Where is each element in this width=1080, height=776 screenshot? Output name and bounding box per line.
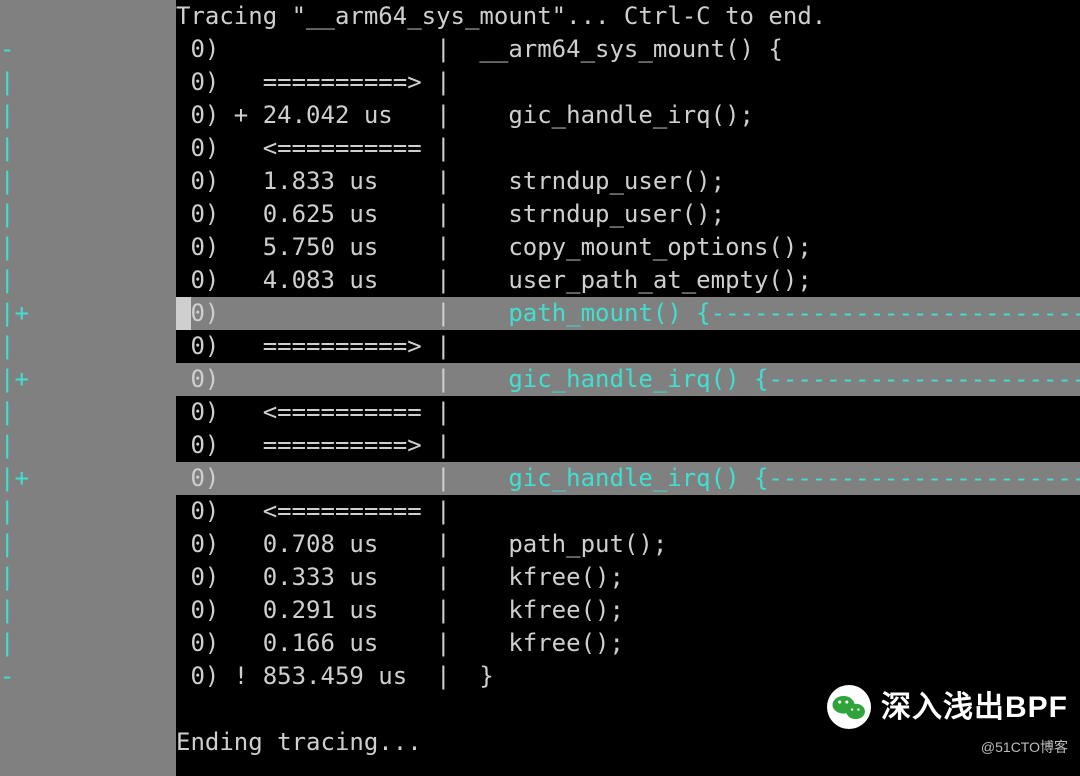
- trace-line: | 0) <========== |: [0, 495, 1080, 528]
- gutter-mark: |: [0, 429, 176, 462]
- watermark-title: 深入浅出BPF: [881, 691, 1068, 724]
- gutter-mark: |: [0, 231, 176, 264]
- gutter-mark: |: [0, 198, 176, 231]
- trace-line: | 0) 4.083 us | user_path_at_empty();: [0, 264, 1080, 297]
- gutter-mark: |: [0, 561, 176, 594]
- line-body: 0) ==========> |: [176, 330, 1080, 363]
- trace-line: |+ 0) | path_mount() {------------------…: [0, 297, 1080, 330]
- gutter-mark: [0, 0, 176, 33]
- line-body: 0) 0.708 us | path_put();: [176, 528, 1080, 561]
- gutter-mark: |: [0, 66, 176, 99]
- trace-line: | 0) ==========> |: [0, 66, 1080, 99]
- line-body: 0) | gic_handle_irq() {-----------------…: [176, 363, 1080, 396]
- trace-line: | 0) 1.833 us | strndup_user();: [0, 165, 1080, 198]
- gutter-mark: |+: [0, 462, 176, 495]
- trace-line: |+ 0) | gic_handle_irq() {--------------…: [0, 363, 1080, 396]
- line-body: 0) 0.333 us | kfree();: [176, 561, 1080, 594]
- gutter-mark: -: [0, 660, 176, 693]
- gutter-mark: |: [0, 330, 176, 363]
- line-body: 0) 0.291 us | kfree();: [176, 594, 1080, 627]
- trace-line: | 0) <========== |: [0, 396, 1080, 429]
- gutter-mark: [0, 726, 176, 759]
- line-body: 0) ==========> |: [176, 66, 1080, 99]
- trace-line: | 0) 0.708 us | path_put();: [0, 528, 1080, 561]
- line-body: 0) 4.083 us | user_path_at_empty();: [176, 264, 1080, 297]
- gutter-mark: |: [0, 264, 176, 297]
- watermark-subtitle: @51CTO博客: [981, 731, 1068, 764]
- wechat-icon: [827, 685, 871, 729]
- line-body: Tracing "__arm64_sys_mount"... Ctrl-C to…: [176, 0, 1080, 33]
- gutter-mark: |: [0, 594, 176, 627]
- gutter-mark: |: [0, 165, 176, 198]
- line-body: 0) + 24.042 us | gic_handle_irq();: [176, 99, 1080, 132]
- trace-output: Tracing "__arm64_sys_mount"... Ctrl-C to…: [0, 0, 1080, 759]
- trace-line: |+ 0) | gic_handle_irq() {--------------…: [0, 462, 1080, 495]
- folded-function: gic_handle_irq() {----------------------…: [508, 365, 1080, 393]
- gutter-mark: |: [0, 528, 176, 561]
- trace-line: | 0) <========== |: [0, 132, 1080, 165]
- watermark: 深入浅出BPF @51CTO博客: [827, 685, 1068, 764]
- trace-line: | 0) ==========> |: [0, 429, 1080, 462]
- trace-line: | 0) + 24.042 us | gic_handle_irq();: [0, 99, 1080, 132]
- line-body: 0) <========== |: [176, 132, 1080, 165]
- line-body: 0) 0.625 us | strndup_user();: [176, 198, 1080, 231]
- line-body: 0) <========== |: [176, 495, 1080, 528]
- line-body: 0) | __arm64_sys_mount() {: [176, 33, 1080, 66]
- folded-function: path_mount() {--------------------------…: [508, 299, 1080, 327]
- gutter-mark: |: [0, 132, 176, 165]
- gutter-mark: |: [0, 495, 176, 528]
- trace-line: - 0) | __arm64_sys_mount() {: [0, 33, 1080, 66]
- trace-line: | 0) 0.625 us | strndup_user();: [0, 198, 1080, 231]
- trace-line: Tracing "__arm64_sys_mount"... Ctrl-C to…: [0, 0, 1080, 33]
- trace-line: | 0) ==========> |: [0, 330, 1080, 363]
- gutter-mark: |: [0, 99, 176, 132]
- trace-line: | 0) 5.750 us | copy_mount_options();: [0, 231, 1080, 264]
- gutter-mark: |+: [0, 363, 176, 396]
- trace-line: | 0) 0.166 us | kfree();: [0, 627, 1080, 660]
- trace-line: | 0) 0.333 us | kfree();: [0, 561, 1080, 594]
- gutter-mark: |+: [0, 297, 176, 330]
- gutter-mark: [0, 693, 176, 726]
- line-body: 0) 0.166 us | kfree();: [176, 627, 1080, 660]
- line-body: 0) | gic_handle_irq() {-----------------…: [176, 462, 1080, 495]
- trace-line: | 0) 0.291 us | kfree();: [0, 594, 1080, 627]
- line-body: 0) ==========> |: [176, 429, 1080, 462]
- line-body: 0) 1.833 us | strndup_user();: [176, 165, 1080, 198]
- line-body: 0) | path_mount() {---------------------…: [176, 297, 1080, 330]
- folded-function: gic_handle_irq() {----------------------…: [508, 464, 1080, 492]
- line-body: 0) 5.750 us | copy_mount_options();: [176, 231, 1080, 264]
- gutter-mark: -: [0, 33, 176, 66]
- gutter-mark: |: [0, 396, 176, 429]
- line-body: 0) <========== |: [176, 396, 1080, 429]
- gutter-mark: |: [0, 627, 176, 660]
